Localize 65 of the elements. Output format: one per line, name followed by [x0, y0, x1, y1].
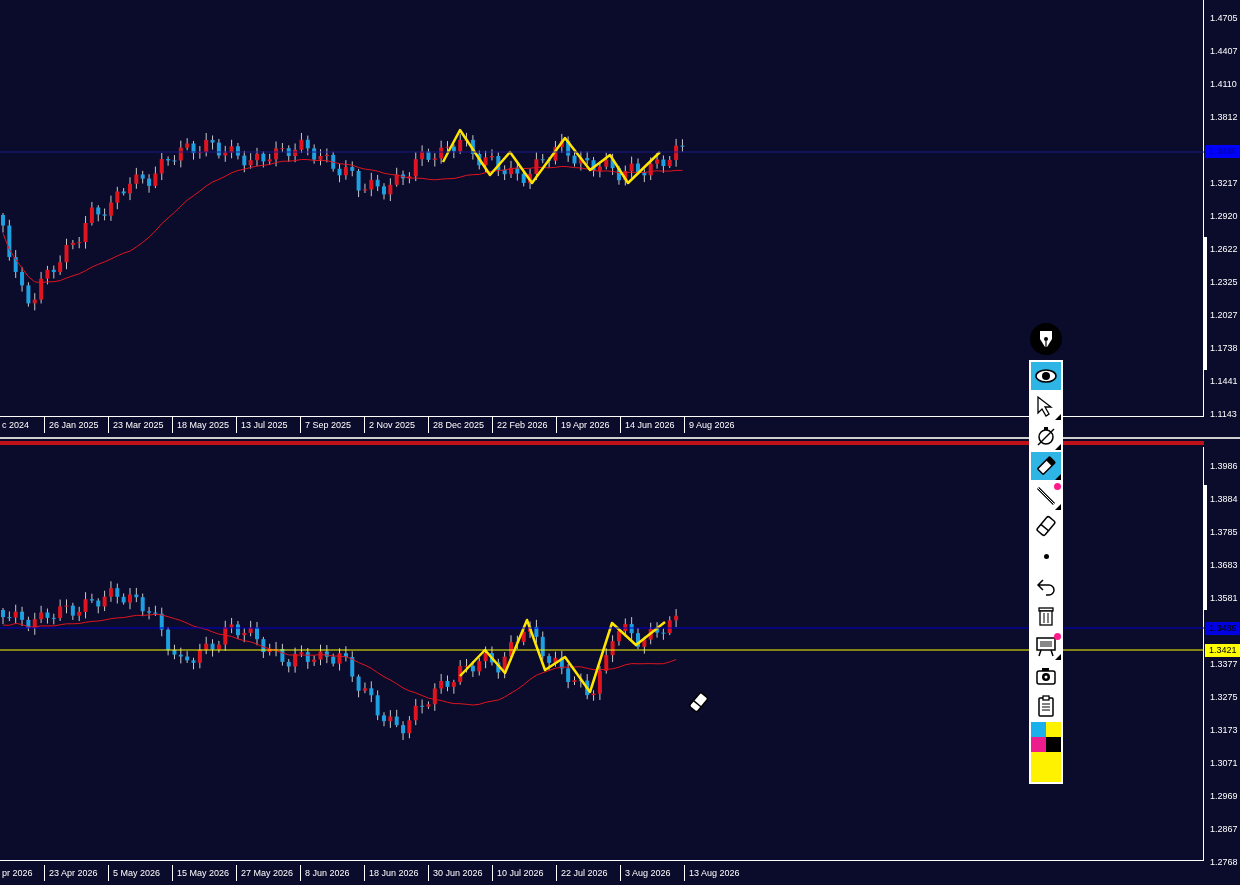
- date-label: 8 Jun 2026: [300, 865, 364, 881]
- color-swatch[interactable]: [1031, 737, 1046, 752]
- line-icon: [1034, 484, 1058, 508]
- price-tag: 1.3421: [1205, 644, 1240, 657]
- price-label: 1.3785: [1210, 527, 1239, 537]
- easel-icon: [1034, 634, 1058, 658]
- price-label: 1.3217: [1210, 178, 1239, 188]
- date-label: 27 May 2026: [236, 865, 300, 881]
- price-label: 1.1143: [1210, 409, 1238, 419]
- tool-button[interactable]: [1031, 452, 1061, 480]
- price-label: 1.1441: [1210, 376, 1239, 386]
- price-label: 1.2027: [1210, 310, 1239, 320]
- date-label: 28 Dec 2025: [428, 417, 492, 433]
- date-label: 9 Aug 2026: [684, 417, 748, 433]
- price-tag: 1.3489: [1205, 145, 1240, 158]
- date-label: 26 Jan 2025: [44, 417, 108, 433]
- price-label: 1.2622: [1210, 244, 1239, 254]
- date-label: 22 Jul 2026: [556, 865, 620, 881]
- date-label: 23 Apr 2026: [44, 865, 108, 881]
- price-label: 1.1738: [1210, 343, 1239, 353]
- price-label: 1.2969: [1210, 791, 1239, 801]
- price-label: 1.3683: [1210, 560, 1239, 570]
- price-label: 1.4110: [1210, 79, 1238, 89]
- price-label: 1.3581: [1210, 593, 1239, 603]
- dot-icon: [1043, 553, 1049, 559]
- price-label: 1.3173: [1210, 725, 1239, 735]
- color-swatch[interactable]: [1031, 722, 1046, 737]
- price-label: 1.3884: [1210, 494, 1239, 504]
- date-label: 13 Aug 2026: [684, 865, 748, 881]
- scrollbar[interactable]: [1204, 237, 1207, 370]
- date-label: 30 Jun 2026: [428, 865, 492, 881]
- color-swatch[interactable]: [1046, 737, 1061, 752]
- date-label: 18 Jun 2026: [364, 865, 428, 881]
- price-label: 1.2768: [1210, 857, 1239, 867]
- date-label: 5 May 2026: [108, 865, 172, 881]
- date-label: 15 May 2026: [172, 865, 236, 881]
- date-label: 10 Jul 2026: [492, 865, 556, 881]
- price-label: 1.2867: [1210, 824, 1239, 834]
- price-label: 1.3275: [1210, 692, 1239, 702]
- price-tag: 1.3489: [1205, 622, 1240, 635]
- price-label: 1.3986: [1210, 461, 1239, 471]
- date-label: 7 Sep 2025: [300, 417, 364, 433]
- price-label: 1.3071: [1210, 758, 1239, 768]
- date-label: 13 Jul 2025: [236, 417, 300, 433]
- date-label: c 2024: [1, 419, 31, 432]
- date-label: 22 Feb 2026: [492, 417, 556, 433]
- date-label: 19 Apr 2026: [556, 417, 620, 433]
- scrollbar[interactable]: [1204, 485, 1207, 610]
- price-label: 1.4705: [1210, 13, 1239, 23]
- pen-nib-icon[interactable]: [1029, 322, 1063, 356]
- date-label: 2 Nov 2025: [364, 417, 428, 433]
- tool-button[interactable]: [1031, 362, 1061, 390]
- price-label: 1.2325: [1210, 277, 1239, 287]
- date-label: 3 Aug 2026: [620, 865, 684, 881]
- price-label: 1.3812: [1210, 112, 1239, 122]
- color-swatch[interactable]: [1031, 752, 1061, 782]
- pencil-icon: [1034, 454, 1058, 478]
- date-label: 23 Mar 2025: [108, 417, 172, 433]
- color-swatch[interactable]: [1046, 722, 1061, 737]
- date-label: pr 2026: [1, 867, 34, 880]
- price-label: 1.2920: [1210, 211, 1239, 221]
- date-label: 18 May 2025: [172, 417, 236, 433]
- price-label: 1.4407: [1210, 46, 1239, 56]
- price-label: 1.3377: [1210, 659, 1239, 669]
- date-label: 14 Jun 2026: [620, 417, 684, 433]
